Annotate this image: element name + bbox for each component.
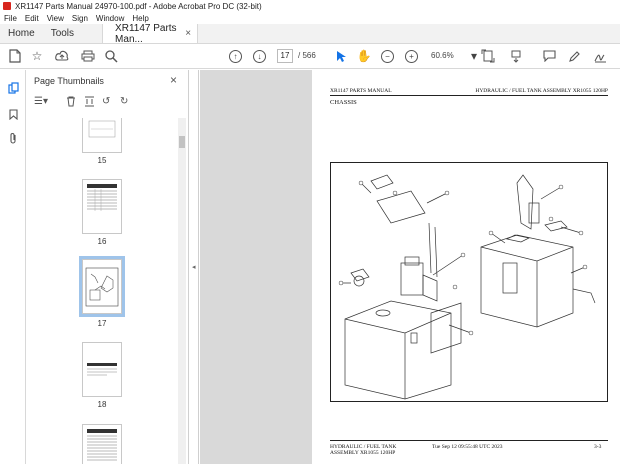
menu-window[interactable]: Window bbox=[96, 14, 124, 23]
page-header-left: XR1147 PARTS MANUAL bbox=[330, 88, 392, 94]
sign-icon[interactable] bbox=[592, 48, 608, 64]
share-upload-icon[interactable] bbox=[54, 48, 70, 64]
menu-file[interactable]: File bbox=[4, 14, 17, 23]
page-thumbnails-icon[interactable] bbox=[7, 82, 19, 94]
comment-icon[interactable] bbox=[541, 48, 557, 64]
thumbnail-label: 18 bbox=[97, 400, 107, 409]
footer-page-number: 3-3 bbox=[594, 444, 602, 450]
thumbnail-label: 16 bbox=[97, 237, 107, 246]
tab-home-label: Home bbox=[8, 28, 35, 39]
rotate-counterclockwise-icon[interactable]: ↺ bbox=[102, 96, 110, 107]
rotate-clockwise-icon[interactable]: ↻ bbox=[120, 96, 128, 107]
close-tab-icon[interactable]: × bbox=[185, 28, 191, 39]
close-panel-icon[interactable]: × bbox=[170, 73, 177, 87]
panel-title: Page Thumbnails bbox=[34, 76, 104, 86]
acrobat-app-icon bbox=[3, 2, 11, 10]
page-header-right: HYDRAULIC / FUEL TANK ASSEMBLY XR1055 12… bbox=[475, 88, 608, 94]
next-page-icon[interactable]: ↓ bbox=[253, 50, 266, 63]
highlight-pen-icon[interactable] bbox=[566, 48, 582, 64]
attachments-paperclip-icon[interactable] bbox=[7, 132, 19, 144]
thumbnail-label: 17 bbox=[97, 319, 107, 328]
window-title: XR1147 Parts Manual 24970-100.pdf - Adob… bbox=[15, 1, 262, 11]
menu-bar: File Edit View Sign Window Help bbox=[0, 12, 620, 24]
thumbnail-label: 15 bbox=[97, 156, 107, 165]
thumbnail-page-17[interactable] bbox=[79, 256, 125, 317]
footer-timestamp: Tue Sep 12 09:55:48 UTC 2023 bbox=[432, 444, 503, 450]
thumbnail-page-16[interactable] bbox=[82, 179, 122, 234]
page-count: / 566 bbox=[298, 51, 316, 60]
hand-tool-icon[interactable]: ✋ bbox=[356, 48, 372, 64]
scrollbar-thumb[interactable] bbox=[179, 136, 185, 148]
bookmark-star-icon[interactable]: ☆ bbox=[29, 48, 45, 64]
zoom-in-icon[interactable]: + bbox=[405, 50, 418, 63]
tab-tools[interactable]: Tools bbox=[43, 24, 82, 43]
pdf-page: XR1147 PARTS MANUAL HYDRAULIC / FUEL TAN… bbox=[312, 70, 620, 464]
previous-page-icon[interactable]: ↑ bbox=[229, 50, 242, 63]
current-page-input[interactable]: 17 bbox=[277, 49, 293, 63]
select-cursor-icon[interactable] bbox=[333, 48, 349, 64]
delete-page-icon[interactable] bbox=[66, 96, 76, 110]
page-fit-icon[interactable] bbox=[480, 48, 496, 64]
tab-document[interactable]: XR1147 Parts Man... × bbox=[102, 22, 199, 45]
thumbnails-list: 15 16 17 18 bbox=[26, 118, 178, 464]
print-icon[interactable] bbox=[80, 48, 96, 64]
thumbnail-options-icon[interactable]: ☰▾ bbox=[34, 96, 48, 107]
tab-bar: Home Tools XR1147 Parts Man... × bbox=[0, 22, 620, 45]
collapse-panel-arrow-icon[interactable]: ◂ bbox=[192, 263, 196, 271]
create-pdf-icon[interactable] bbox=[7, 48, 23, 64]
thumbnail-page-18[interactable] bbox=[82, 342, 122, 397]
section-title: CHASSIS bbox=[330, 99, 357, 106]
header-rule bbox=[330, 95, 608, 96]
tab-document-label: XR1147 Parts Man... bbox=[115, 22, 177, 45]
thumbnail-page-15[interactable] bbox=[82, 118, 122, 153]
title-bar: XR1147 Parts Manual 24970-100.pdf - Adob… bbox=[0, 0, 620, 12]
search-icon[interactable] bbox=[103, 48, 119, 64]
footer-title-line-2: ASSEMBLY XR1055 120HP bbox=[330, 450, 396, 456]
zoom-level-field[interactable]: 60.6% bbox=[431, 51, 454, 60]
thumbnails-scrollbar[interactable] bbox=[178, 118, 186, 464]
footer-rule bbox=[330, 440, 608, 441]
menu-edit[interactable]: Edit bbox=[25, 14, 39, 23]
left-navigation-rail bbox=[0, 70, 26, 464]
thumbnail-page-19[interactable] bbox=[82, 424, 122, 464]
menu-sign[interactable]: Sign bbox=[72, 14, 88, 23]
zoom-out-icon[interactable]: − bbox=[381, 50, 394, 63]
extract-pages-icon[interactable] bbox=[84, 96, 95, 110]
page-thumbnails-panel: Page Thumbnails × ☰▾ ↺ ↻ 15 16 17 18 bbox=[26, 70, 189, 464]
tab-home[interactable]: Home bbox=[0, 24, 43, 43]
exploded-parts-diagram bbox=[330, 162, 608, 402]
scroll-mode-icon[interactable] bbox=[508, 48, 524, 64]
bookmarks-icon[interactable] bbox=[7, 108, 19, 120]
menu-help[interactable]: Help bbox=[132, 14, 148, 23]
menu-view[interactable]: View bbox=[47, 14, 64, 23]
panel-splitter[interactable]: ◂ bbox=[190, 70, 199, 464]
tab-tools-label: Tools bbox=[50, 28, 75, 39]
